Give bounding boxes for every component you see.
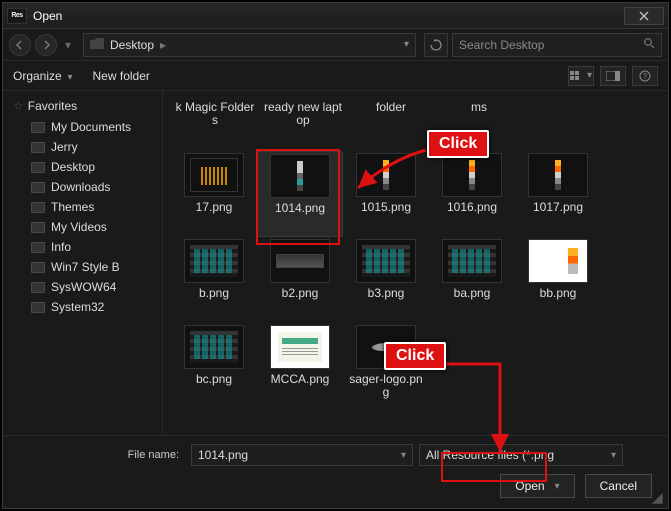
sidebar-item[interactable]: Downloads	[3, 177, 162, 197]
chevron-down-icon[interactable]: ▾	[611, 450, 616, 461]
star-icon: ☆	[13, 99, 24, 113]
panel-icon	[606, 71, 620, 81]
chevron-down-icon: ▾	[65, 72, 73, 83]
close-icon	[638, 11, 650, 21]
titlebar: Res Open	[3, 3, 668, 29]
file-item[interactable]: 1016.png	[429, 151, 515, 237]
sidebar-item[interactable]: Info	[3, 237, 162, 257]
help-button[interactable]: ?	[632, 66, 658, 86]
file-item[interactable]: MCCA.png	[257, 323, 343, 409]
search-placeholder: Search Desktop	[459, 38, 544, 52]
cancel-button[interactable]: Cancel	[585, 474, 652, 498]
favorites-header[interactable]: ☆ Favorites	[3, 95, 162, 117]
folder-icon	[31, 262, 45, 273]
sidebar-item[interactable]: Desktop	[3, 157, 162, 177]
search-input[interactable]: Search Desktop	[452, 33, 662, 57]
chevron-down-icon[interactable]: ▾	[555, 481, 560, 492]
chevron-right-icon: ▸	[160, 38, 166, 52]
nav-row: ▾ Desktop ▸ ▾ Search Desktop	[3, 29, 668, 61]
svg-text:?: ?	[643, 72, 648, 81]
breadcrumb-location: Desktop	[110, 38, 154, 52]
preview-pane-button[interactable]	[600, 66, 626, 86]
folder-icon	[31, 222, 45, 233]
chevron-down-icon[interactable]: ▾	[401, 450, 406, 461]
sidebar-item[interactable]: System32	[3, 297, 162, 317]
folder-icon	[31, 302, 45, 313]
view-button[interactable]: ▾	[568, 66, 594, 86]
dialog-body: ☆ Favorites My Documents Jerry Desktop D…	[3, 91, 668, 435]
folder-icon	[31, 122, 45, 133]
sidebar-item[interactable]: My Documents	[3, 117, 162, 137]
arrow-left-icon	[15, 40, 25, 50]
file-item-selected[interactable]: 1014.png	[257, 151, 343, 237]
open-button[interactable]: Open ▾	[500, 474, 574, 498]
folder-icon	[31, 282, 45, 293]
folder-icon	[31, 242, 45, 253]
arrow-right-icon	[41, 40, 51, 50]
folder-icon	[31, 202, 45, 213]
refresh-icon	[430, 39, 442, 51]
help-icon: ?	[639, 70, 651, 82]
folder-icon	[31, 142, 45, 153]
forward-button[interactable]	[35, 34, 57, 56]
annotation-arrow-2	[440, 360, 510, 460]
sidebar-item[interactable]: Jerry	[3, 137, 162, 157]
sidebar-item[interactable]: Win7 Style B	[3, 257, 162, 277]
filename-input[interactable]: 1014.png ▾	[191, 444, 413, 466]
resize-grip[interactable]: ◢	[652, 492, 664, 504]
search-icon	[643, 37, 655, 52]
annotation-arrow-1	[350, 140, 430, 200]
app-icon: Res	[7, 8, 27, 24]
window-title: Open	[33, 9, 62, 23]
file-item[interactable]: b2.png	[257, 237, 343, 323]
refresh-button[interactable]	[424, 33, 448, 57]
annotation-click-1: Click	[427, 130, 489, 158]
sidebar-item[interactable]: Themes	[3, 197, 162, 217]
recent-locations-button[interactable]: ▾	[61, 38, 75, 52]
file-item[interactable]: ready new laptop	[259, 95, 347, 151]
annotation-click-2: Click	[384, 342, 446, 370]
folder-icon	[31, 162, 45, 173]
file-item[interactable]: 17.png	[171, 151, 257, 237]
file-item[interactable]: b.png	[171, 237, 257, 323]
view-icon	[570, 70, 584, 82]
file-item[interactable]: ba.png	[429, 237, 515, 323]
bottom-panel: File name: 1014.png ▾ All Resource files…	[3, 435, 668, 508]
close-button[interactable]	[624, 7, 664, 25]
chevron-down-icon[interactable]: ▾	[404, 39, 409, 50]
breadcrumb[interactable]: Desktop ▸ ▾	[83, 33, 416, 57]
sidebar: ☆ Favorites My Documents Jerry Desktop D…	[3, 91, 163, 435]
file-item[interactable]: 1017.png	[515, 151, 601, 237]
sidebar-item[interactable]: SysWOW64	[3, 277, 162, 297]
file-item[interactable]: bc.png	[171, 323, 257, 409]
chevron-down-icon: ▾	[587, 70, 592, 81]
organize-button[interactable]: Organize ▾	[13, 69, 73, 83]
back-button[interactable]	[9, 34, 31, 56]
folder-icon	[31, 182, 45, 193]
open-dialog: Res Open ▾ Desktop ▸ ▾ Search Desktop	[2, 2, 669, 509]
file-item[interactable]: bb.png	[515, 237, 601, 323]
sidebar-item[interactable]: My Videos	[3, 217, 162, 237]
toolbar: Organize ▾ New folder ▾ ?	[3, 61, 668, 91]
file-item[interactable]: k Magic Folders	[171, 95, 259, 151]
file-item[interactable]: b3.png	[343, 237, 429, 323]
new-folder-button[interactable]: New folder	[93, 69, 150, 83]
filename-label: File name:	[13, 449, 185, 461]
folder-icon	[90, 38, 104, 52]
